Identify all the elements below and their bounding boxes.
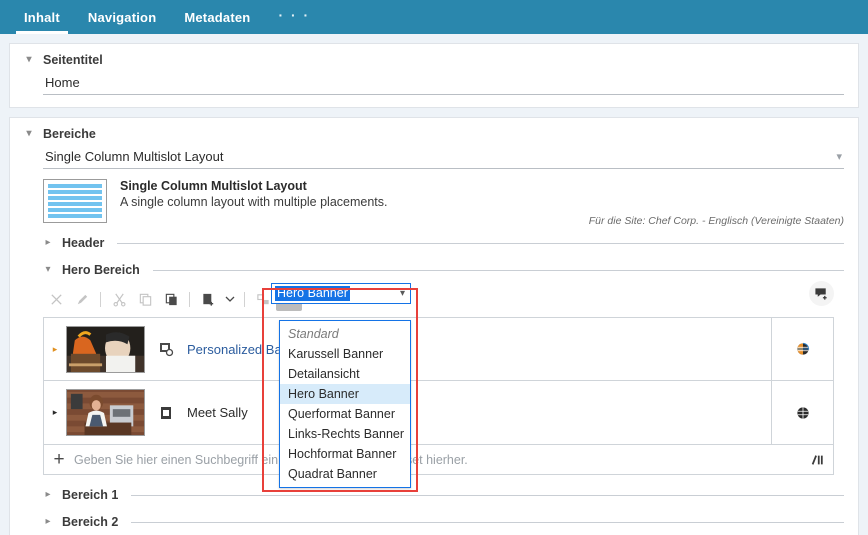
dropdown-option-links-rechts-banner[interactable]: Links-Rechts Banner [280,424,410,444]
add-asset-button[interactable]: + [44,450,74,469]
layout-thumbnail-icon [43,179,107,223]
areas-section-label: Bereiche [43,127,96,141]
paste-new-button[interactable] [195,287,221,311]
page-title-panel: ▾ Seitentitel Home [9,43,859,108]
asset-thumbnail [66,326,145,373]
tab-metadaten[interactable]: Metadaten [170,0,264,34]
chevron-down-icon: ▾ [836,150,842,163]
page-title-value: Home [45,75,80,90]
asset-list: ▸ [43,317,834,445]
tab-overflow-label: · · · [278,7,310,23]
areas-panel: ▾ Bereiche Single Column Multislot Layou… [9,117,859,535]
divider [131,522,844,523]
subsection-hero-bereich-label: Hero Bereich [62,263,140,277]
asset-search-input[interactable]: Geben Sie hier einen Suchbegriff ein ode… [74,453,801,467]
paste-button[interactable] [158,287,184,311]
layout-preview-card: Single Column Multislot Layout A single … [43,179,844,223]
variation-combo[interactable]: Hero Banner ▾ [271,283,411,304]
chevron-down-icon: ▾ [43,265,53,275]
subsection-bereich-1-label: Bereich 1 [62,488,118,502]
tab-navigation-label: Navigation [88,10,156,25]
asset-thumbnail [66,389,145,436]
dropdown-option-hochformat-banner[interactable]: Hochformat Banner [280,444,410,464]
page-title-input[interactable]: Home [43,73,844,95]
globe-icon[interactable] [771,318,833,380]
table-row[interactable]: ▸ [44,318,833,381]
chevron-right-icon: ▸ [43,490,53,500]
asset-search-row[interactable]: + Geben Sie hier einen Suchbegriff ein o… [43,445,834,475]
filter-sliders-icon[interactable] [801,453,833,467]
top-tab-bar: Inhalt Navigation Metadaten · · · [0,0,868,34]
tab-inhalt[interactable]: Inhalt [10,0,74,34]
site-context-note: Für die Site: Chef Corp. - Englisch (Ver… [589,215,844,227]
dropdown-option-hero-banner[interactable]: Hero Banner [280,384,410,404]
areas-section-header[interactable]: ▾ Bereiche [24,127,844,141]
delete-button[interactable] [43,287,69,311]
divider [100,292,101,307]
variation-dropdown-list[interactable]: Standard Karussell Banner Detailansicht … [279,320,411,488]
layout-description: A single column layout with multiple pla… [120,195,388,209]
asset-row-label[interactable]: Meet Sally [187,405,248,420]
variation-combo-value: Hero Banner [275,286,350,302]
edit-button[interactable] [69,287,95,311]
layout-select-value: Single Column Multislot Layout [45,149,223,164]
personalized-content-icon [145,341,187,357]
divider [244,292,245,307]
tab-navigation[interactable]: Navigation [74,0,170,34]
chevron-right-icon: ▸ [43,238,53,248]
subsection-bereich-2[interactable]: ▸ Bereich 2 [43,515,844,529]
page-title-section-header[interactable]: ▾ Seitentitel [24,53,844,67]
expand-triangle-icon[interactable]: ▸ [44,407,66,418]
table-row[interactable]: ▸ [44,381,833,444]
layout-select[interactable]: Single Column Multislot Layout ▾ [43,147,844,169]
cut-button[interactable] [106,287,132,311]
dropdown-option-quadrat-banner[interactable]: Quadrat Banner [280,464,410,484]
expand-triangle-icon[interactable]: ▸ [44,344,66,355]
divider [117,243,844,244]
tab-inhalt-label: Inhalt [24,10,60,25]
tab-overflow-menu[interactable]: · · · [264,0,324,34]
dropdown-option-karussell-banner[interactable]: Karussell Banner [280,344,410,364]
dropdown-option-querformat-banner[interactable]: Querformat Banner [280,404,410,424]
globe-icon[interactable] [771,381,833,444]
bottom-subsections: ▸ Bereich 1 ▸ Bereich 2 [24,488,844,529]
chevron-down-icon: ▾ [400,288,405,299]
chevron-right-icon: ▸ [43,517,53,527]
subsection-bereich-1[interactable]: ▸ Bereich 1 [43,488,844,502]
chevron-down-icon: ▾ [24,129,34,139]
layout-title: Single Column Multislot Layout [120,179,388,193]
paste-new-dropdown-button[interactable] [221,287,239,311]
subsection-header-label: Header [62,236,104,250]
dropdown-option-detailansicht[interactable]: Detailansicht [280,364,410,384]
copy-button[interactable] [132,287,158,311]
tab-metadaten-label: Metadaten [184,10,250,25]
subsection-hero-bereich[interactable]: ▾ Hero Bereich [43,263,844,277]
divider [189,292,190,307]
dropdown-option-standard[interactable]: Standard [280,324,410,344]
subsection-bereich-2-label: Bereich 2 [62,515,118,529]
page-title-section-label: Seitentitel [43,53,103,67]
content-item-icon [145,405,187,421]
divider [153,270,844,271]
subsection-header[interactable]: ▸ Header [43,236,844,250]
add-comment-button[interactable] [809,281,834,306]
chevron-down-icon: ▾ [24,55,34,65]
divider [131,495,844,496]
asset-toolbar: Hero Banner ▾ Standard Karussell Banner … [43,286,844,312]
variation-combo-wrap: Hero Banner ▾ Standard Karussell Banner … [271,283,411,304]
